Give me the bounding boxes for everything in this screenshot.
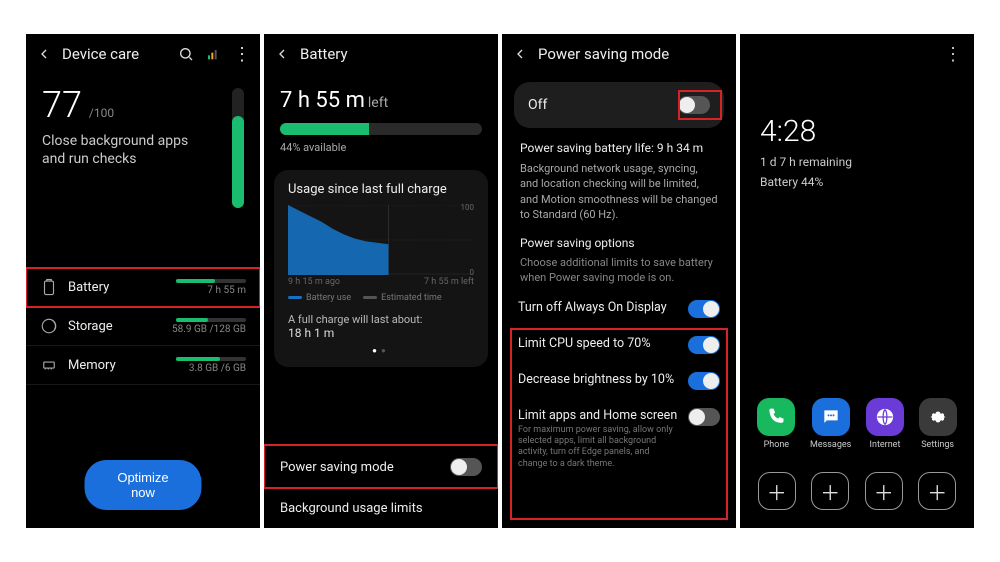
score-of: /100 — [89, 106, 114, 120]
option-toggle[interactable] — [688, 336, 720, 354]
battery-status: Battery 44% — [760, 175, 954, 189]
option-row[interactable]: Decrease brightness by 10% — [502, 363, 736, 399]
screen-battery: Battery 7 h 55 mleft 44% available Usage… — [264, 34, 498, 528]
back-icon[interactable] — [272, 44, 292, 64]
status-card[interactable]: Off — [514, 82, 724, 128]
option-label: Limit apps and Home screen — [518, 408, 680, 423]
memory-icon — [40, 356, 58, 374]
app-internet[interactable]: Internet — [866, 398, 904, 450]
item-battery[interactable]: Battery 7 h 55 m — [26, 268, 260, 307]
item-memory[interactable]: Memory 3.8 GB /6 GB — [26, 346, 260, 385]
optimize-button[interactable]: Optimize now — [85, 460, 202, 510]
back-icon[interactable] — [510, 44, 530, 64]
header: Power saving mode — [502, 34, 736, 74]
phone-icon — [757, 398, 795, 436]
signal-icon[interactable] — [204, 44, 224, 64]
header: Battery — [264, 34, 498, 74]
item-bar — [176, 318, 246, 322]
score-subtitle: Close background apps and run checks — [42, 132, 212, 168]
option-row[interactable]: Limit CPU speed to 70% — [502, 327, 736, 363]
row-label: Background usage limits — [280, 501, 482, 516]
option-toggle[interactable] — [688, 372, 720, 390]
remaining: 1 d 7 h remaining — [760, 155, 954, 169]
battery-bar — [280, 123, 482, 135]
item-value: 3.8 GB /6 GB — [189, 363, 246, 374]
score-value: 77 — [42, 84, 82, 126]
page-dots: ●● — [288, 346, 474, 355]
app-phone[interactable]: Phone — [757, 398, 795, 450]
screen-home: ⋮ 4:28 1 d 7 h remaining Battery 44% Pho… — [740, 34, 974, 528]
app-label: Messages — [810, 440, 851, 450]
row-power-saving[interactable]: Power saving mode — [264, 445, 498, 488]
globe-icon — [866, 398, 904, 436]
card-title: Usage since last full charge — [288, 182, 474, 197]
app-label: Settings — [921, 440, 954, 450]
item-label: Storage — [68, 319, 156, 334]
app-dock: Phone Messages Internet Settings — [740, 398, 974, 450]
axis-left: 9 h 15 m ago — [288, 277, 340, 287]
app-label: Internet — [870, 440, 901, 450]
item-bar — [176, 279, 246, 283]
more-icon[interactable]: ⋮ — [944, 44, 962, 65]
item-label: Battery — [68, 280, 156, 295]
score-bar — [232, 88, 244, 208]
usage-card[interactable]: Usage since last full charge 100 0 9 h 1… — [274, 170, 488, 367]
option-toggle[interactable] — [688, 300, 720, 318]
add-slot[interactable]: ＋ — [758, 472, 796, 510]
master-toggle[interactable] — [678, 96, 710, 114]
add-slot[interactable]: ＋ — [865, 472, 903, 510]
add-slot[interactable]: ＋ — [918, 472, 956, 510]
power-saving-toggle[interactable] — [450, 458, 482, 476]
gear-icon — [919, 398, 957, 436]
option-label: Limit CPU speed to 70% — [518, 336, 680, 351]
header: Device care ⋮ — [26, 34, 260, 74]
options-list: Turn off Always On Display Limit CPU spee… — [502, 291, 736, 479]
page-title: Battery — [300, 45, 490, 63]
option-row[interactable]: Limit apps and Home screen For maximum po… — [502, 399, 736, 479]
option-label: Decrease brightness by 10% — [518, 372, 680, 387]
options-title: Power saving options — [502, 230, 736, 256]
time-left: 7 h 55 mleft — [280, 88, 482, 113]
item-label: Memory — [68, 358, 156, 373]
row-background-limits[interactable]: Background usage limits — [264, 488, 498, 528]
item-value: 58.9 GB /128 GB — [172, 324, 246, 335]
app-settings[interactable]: Settings — [919, 398, 957, 450]
axis-right: 7 h 55 m left — [424, 277, 474, 287]
option-toggle[interactable] — [688, 408, 720, 426]
usage-chart: 100 0 — [288, 205, 474, 275]
empty-slots: ＋ ＋ ＋ ＋ — [740, 472, 974, 510]
battery-life-info: Power saving battery life: 9 h 34 m Back… — [502, 136, 736, 230]
screen-device-care: Device care ⋮ 77 /100 Close background a… — [26, 34, 260, 528]
clock-widget: 4:28 1 d 7 h remaining Battery 44% — [740, 34, 974, 189]
battery-percent: 44% available — [280, 141, 482, 154]
row-label: Power saving mode — [280, 460, 450, 475]
legend: Battery use Estimated time — [288, 293, 474, 303]
item-bar — [176, 357, 246, 361]
option-row[interactable]: Turn off Always On Display — [502, 291, 736, 327]
more-icon[interactable]: ⋮ — [232, 44, 252, 64]
option-label: Turn off Always On Display — [518, 300, 680, 315]
page-title: Power saving mode — [538, 45, 728, 63]
axis-max: 100 — [461, 203, 475, 212]
status-text: Off — [528, 97, 678, 113]
options-sub: Choose additional limits to save battery… — [502, 256, 736, 291]
page-title: Device care — [62, 45, 168, 63]
add-slot[interactable]: ＋ — [811, 472, 849, 510]
screen-power-saving: Power saving mode Off Power saving batte… — [502, 34, 736, 528]
full-charge-info: A full charge will last about: 18 h 1 m — [288, 313, 474, 340]
item-storage[interactable]: Storage 58.9 GB /128 GB — [26, 307, 260, 346]
battery-icon — [40, 278, 58, 296]
resource-list: Battery 7 h 55 m Storage 58.9 GB /128 GB — [26, 268, 260, 385]
axis-min: 0 — [470, 268, 475, 277]
score-section: 77 /100 Close background apps and run ch… — [26, 74, 260, 208]
time: 4:28 — [760, 114, 954, 149]
app-label: Phone — [764, 440, 790, 450]
app-messages[interactable]: Messages — [810, 398, 851, 450]
back-icon[interactable] — [34, 44, 54, 64]
option-sub: For maximum power saving, allow only sel… — [518, 425, 680, 470]
item-value: 7 h 55 m — [207, 285, 246, 296]
search-icon[interactable] — [176, 44, 196, 64]
storage-icon — [40, 317, 58, 335]
msg-icon — [812, 398, 850, 436]
